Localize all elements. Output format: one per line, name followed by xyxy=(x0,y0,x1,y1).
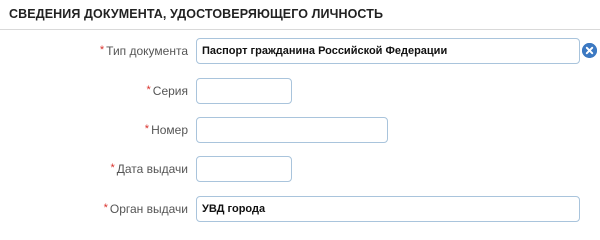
issue-date-label: * Дата выдачи xyxy=(110,162,188,176)
issue-date-field[interactable] xyxy=(196,156,292,182)
required-marker: * xyxy=(146,84,151,96)
required-marker: * xyxy=(110,162,115,174)
row-doc-type: * Тип документа xyxy=(0,38,600,66)
clear-doc-type-button[interactable] xyxy=(582,43,597,58)
issuer-label-text: Орган выдачи xyxy=(109,202,188,216)
required-marker: * xyxy=(144,123,150,135)
row-series: * Серия xyxy=(0,78,600,106)
row-issue-date: * Дата выдачи xyxy=(0,156,600,184)
issuer-label: * Орган выдачи xyxy=(104,202,188,216)
required-marker: * xyxy=(103,202,108,214)
doc-type-label: * Тип документа xyxy=(100,44,188,58)
number-field[interactable] xyxy=(196,117,388,143)
doc-type-field[interactable] xyxy=(196,38,580,64)
required-marker: * xyxy=(99,44,105,56)
close-circle-icon xyxy=(582,43,597,58)
number-label: * Номер xyxy=(145,123,188,137)
series-field[interactable] xyxy=(196,78,292,104)
section-title: СВЕДЕНИЯ ДОКУМЕНТА, УДОСТОВЕРЯЮЩЕГО ЛИЧН… xyxy=(9,7,384,21)
row-issuer: * Орган выдачи xyxy=(0,196,600,224)
number-label-text: Номер xyxy=(151,123,188,137)
issuer-field[interactable] xyxy=(196,196,580,222)
series-label-text: Серия xyxy=(152,84,188,98)
series-label: * Серия xyxy=(147,84,189,98)
section-divider xyxy=(0,29,600,30)
issue-date-label-text: Дата выдачи xyxy=(116,162,188,176)
row-number: * Номер xyxy=(0,117,600,145)
doc-type-label-text: Тип документа xyxy=(106,44,188,58)
